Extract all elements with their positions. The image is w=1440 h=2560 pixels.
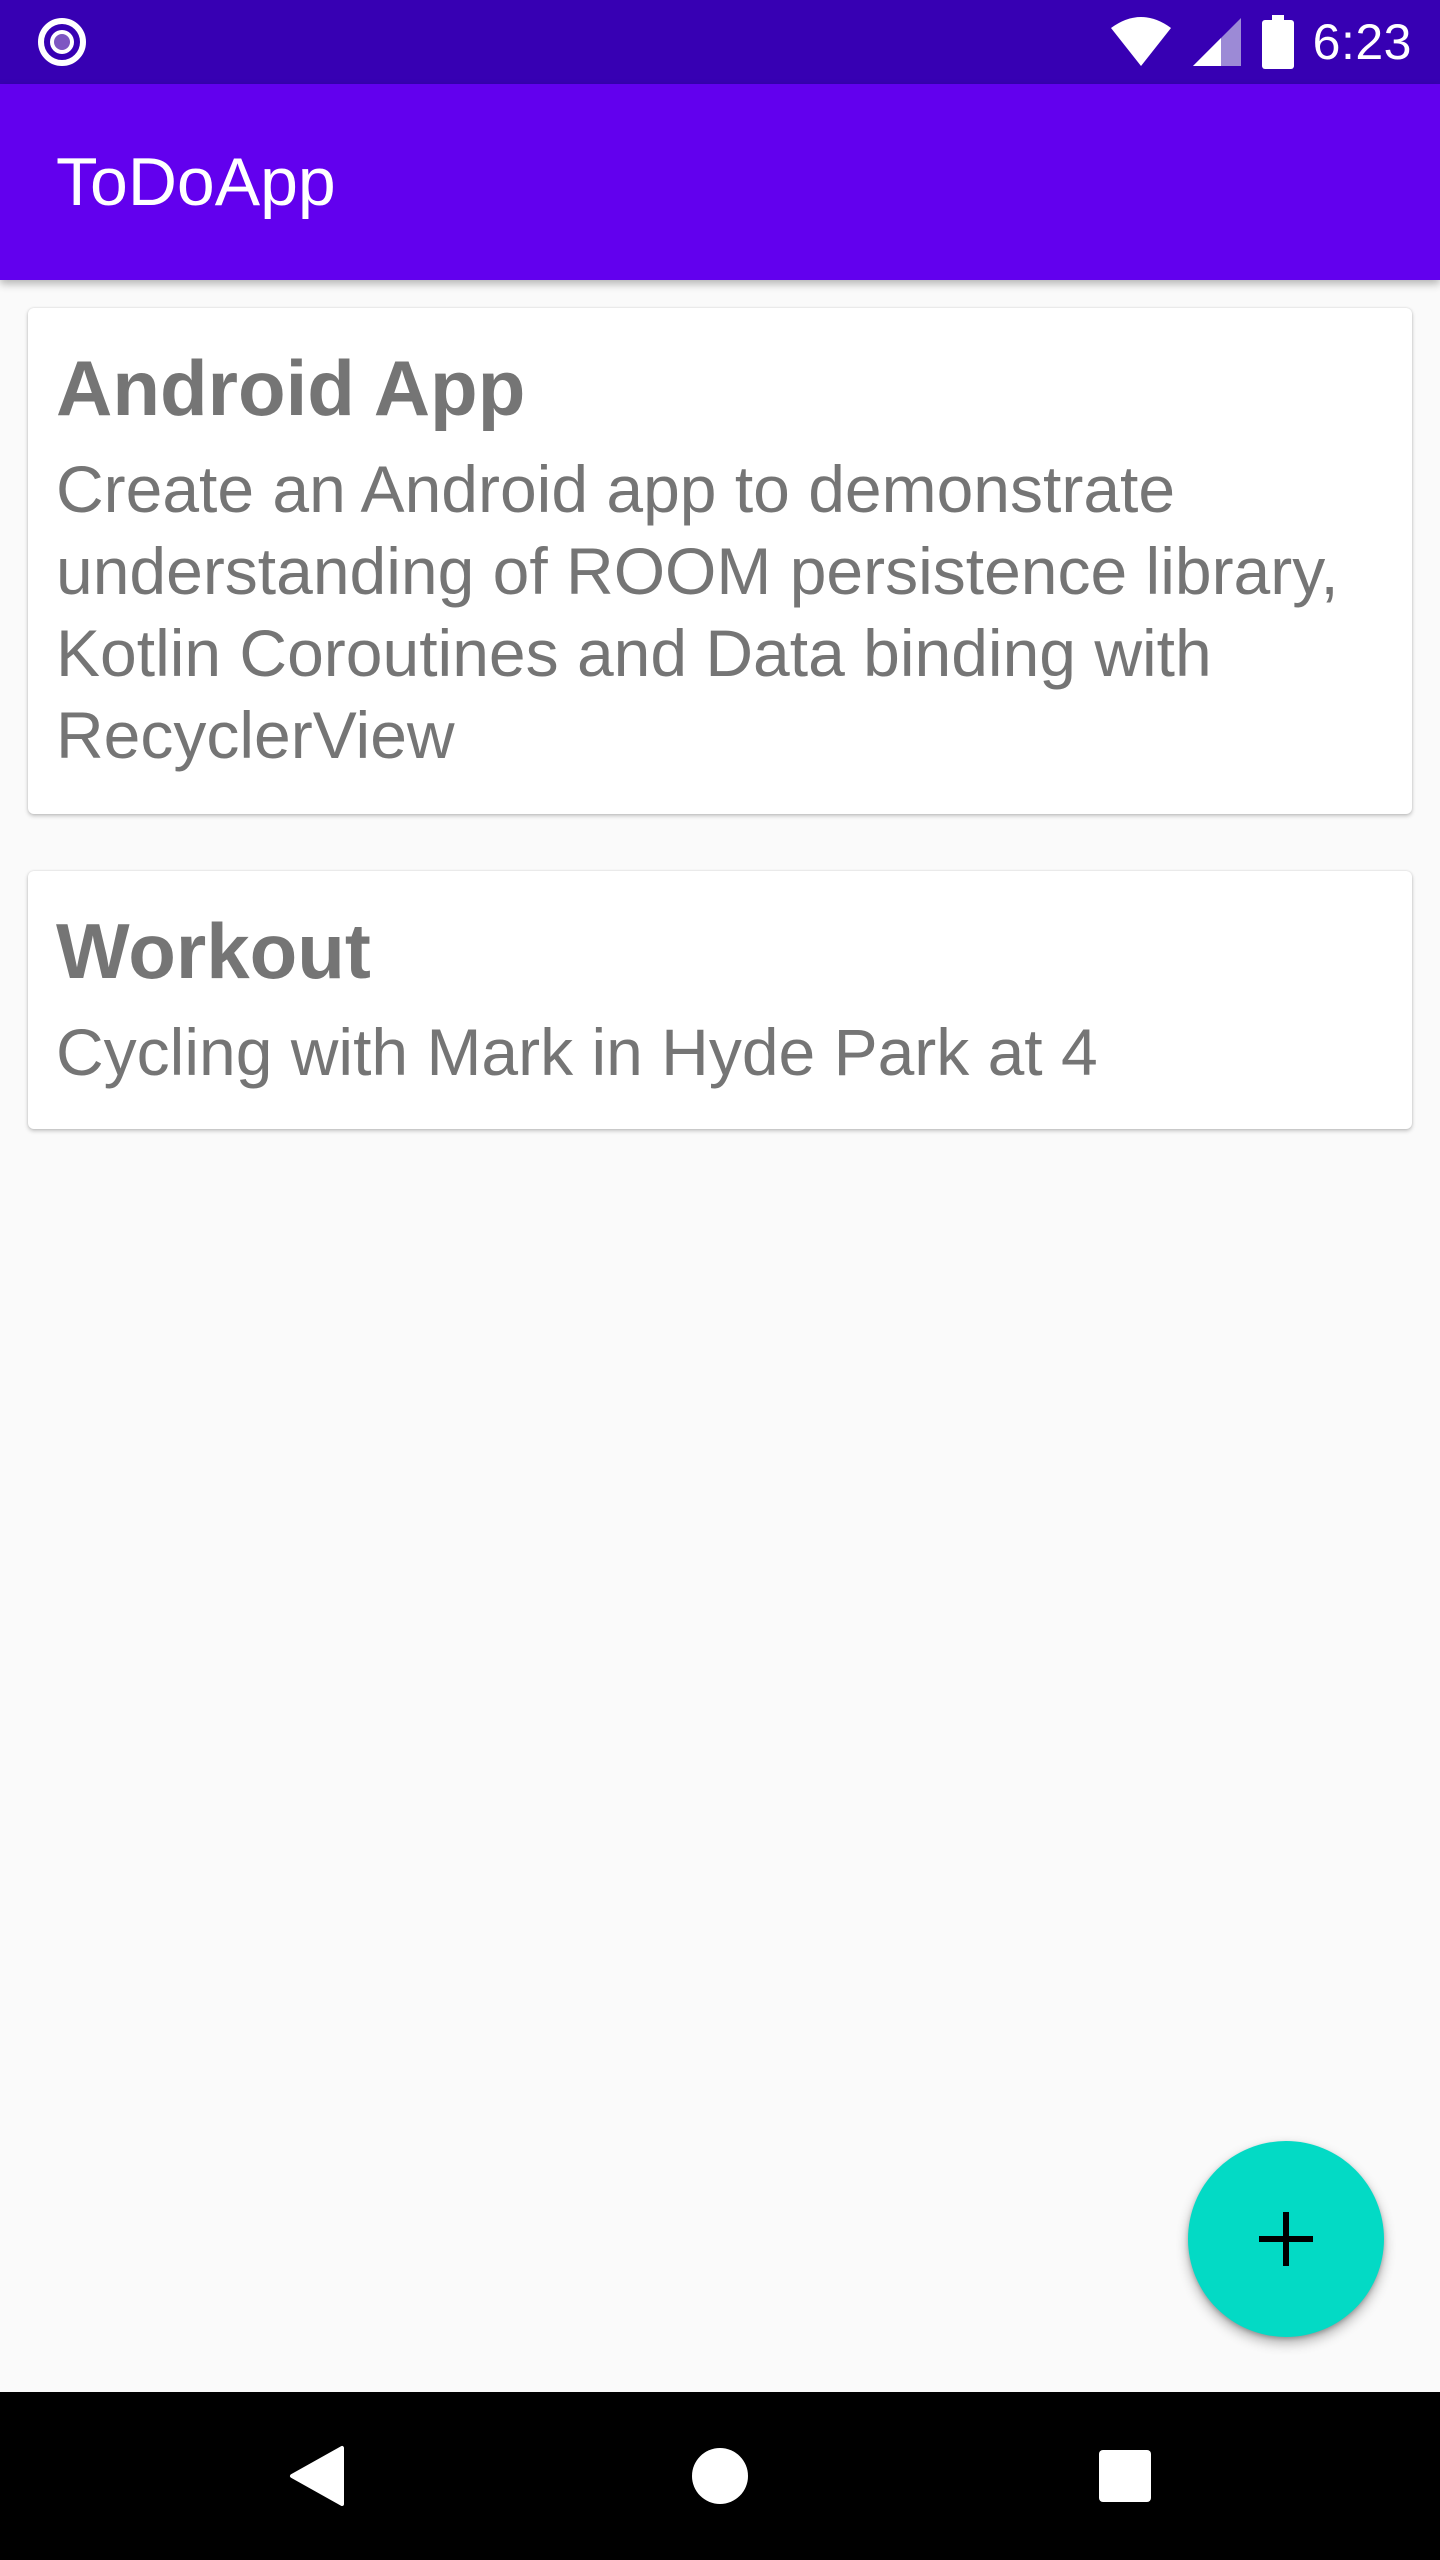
app-title: ToDoApp — [56, 144, 336, 220]
add-icon — [1259, 2212, 1313, 2266]
app-bar: ToDoApp — [0, 84, 1440, 280]
home-button[interactable] — [636, 2392, 804, 2560]
recents-button[interactable] — [1041, 2392, 1209, 2560]
recents-icon — [1099, 2450, 1151, 2502]
back-icon — [290, 2446, 344, 2506]
status-icons: 6:23 — [1109, 0, 1412, 84]
wifi-icon — [1110, 17, 1171, 66]
add-todo-button[interactable] — [1188, 2141, 1384, 2337]
status-time: 6:23 — [1312, 14, 1412, 70]
home-icon — [692, 2448, 748, 2504]
navigation-bar — [0, 2392, 1440, 2560]
todo-card[interactable]: Android App Create an Android app to dem… — [28, 308, 1412, 814]
todo-title: Android App — [56, 344, 526, 432]
battery-icon — [1261, 15, 1294, 69]
screen: 6:23 ToDoApp Android App Create an Andro… — [0, 0, 1440, 2560]
todo-description: Cycling with Mark in Hyde Park at 4 — [56, 1015, 1098, 1089]
back-button[interactable] — [232, 2392, 400, 2560]
todo-description: Create an Android app to demonstrate und… — [56, 452, 1339, 772]
todo-title: Workout — [56, 907, 371, 995]
signal-icon — [1192, 18, 1241, 66]
status-bar: 6:23 — [0, 0, 1440, 84]
notification-dot-icon — [38, 18, 86, 66]
todo-card[interactable]: Workout Cycling with Mark in Hyde Park a… — [28, 871, 1412, 1129]
